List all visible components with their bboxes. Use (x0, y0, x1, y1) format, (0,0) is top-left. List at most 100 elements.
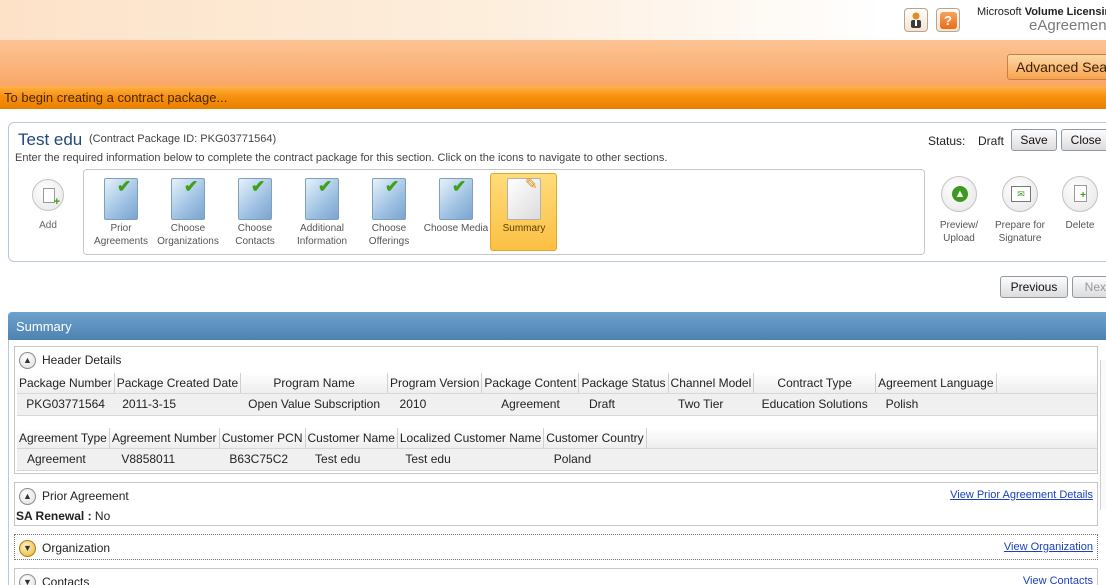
steps-navigator: ✔ Prior Agreements ✔ Choose Organizations … (83, 169, 925, 255)
table-cell: Poland (543, 448, 647, 471)
step-choose-organizations[interactable]: ✔ Choose Organizations (155, 174, 221, 252)
table-cell: Two Tier (668, 393, 754, 416)
top-header: ? Microsoft Volume Licensing eAgreements (0, 0, 1106, 40)
checkmark-icon: ✔ (117, 177, 132, 196)
table-cell: Open Value Subscription (240, 393, 388, 416)
document-icon: ✔ (238, 177, 272, 220)
column-header: Customer PCN (219, 428, 306, 449)
sa-renewal-label: SA Renewal : (16, 509, 92, 523)
table-cell: Draft (578, 393, 669, 416)
brand-microsoft: Microsoft (977, 6, 1022, 18)
package-id: (Contract Package ID: PKG03771564) (89, 133, 277, 145)
column-header: Package Created Date (114, 373, 242, 394)
step-choose-offerings[interactable]: ✔ Choose Offerings (356, 174, 422, 252)
add-label: Add (39, 220, 57, 231)
header-details-table-1: Package Number Package Created Date Prog… (17, 373, 1097, 416)
table-cell: V8858011 (109, 448, 220, 471)
status-label: Status: (928, 134, 966, 148)
column-header: Localized Customer Name (397, 428, 545, 449)
scrollbar[interactable] (1100, 360, 1106, 510)
prepare-signature-button[interactable]: ✉ Prepare for Signature (990, 176, 1050, 245)
column-header: Package Content (481, 373, 580, 394)
header-details-section: ▲ Header Details Package Number Package … (14, 346, 1098, 474)
help-icon[interactable]: ? (936, 8, 960, 32)
table-cell: Test edu (397, 448, 544, 471)
table-cell: Agreement (481, 393, 579, 416)
column-header: Channel Model (668, 373, 755, 394)
section-title: Organization (42, 541, 111, 555)
prior-agreement-section: ▲ Prior Agreement View Prior Agreement D… (14, 482, 1098, 526)
checkmark-icon: ✔ (184, 177, 199, 196)
column-header: Customer Country (543, 428, 647, 449)
save-button[interactable]: Save (1011, 129, 1057, 151)
document-icon: ✔ (372, 177, 406, 220)
document-icon: ✔ (439, 177, 473, 220)
user-badge-icon[interactable] (904, 8, 928, 32)
summary-title: Summary (16, 319, 72, 334)
upload-icon: ▲ (941, 176, 977, 212)
checkmark-icon: ✔ (318, 177, 333, 196)
table-cell: PKG03771564 (17, 393, 115, 416)
table-cell: 2011-3-15 (114, 393, 241, 416)
column-header: Agreement Type (17, 428, 110, 449)
table-cell: B63C75C2 (219, 448, 306, 471)
section-title: Prior Agreement (42, 489, 129, 503)
checkmark-icon: ✔ (251, 177, 266, 196)
advanced-search-button[interactable]: Advanced Search (1007, 54, 1106, 80)
column-header: Program Name (240, 373, 389, 394)
column-header: Agreement Number (109, 428, 220, 449)
brand-logo: Microsoft Volume Licensing eAgreements (977, 6, 1106, 34)
step-summary[interactable]: ✎ Summary (490, 173, 557, 251)
table-cell: 2010 (387, 393, 482, 416)
expand-toggle-icon[interactable]: ▼ (19, 539, 36, 557)
checkmark-icon: ✔ (452, 177, 467, 196)
document-icon: ✎ (507, 176, 541, 220)
sa-renewal-value: No (94, 509, 111, 523)
table-header-row: Package Number Package Created Date Prog… (17, 373, 1097, 394)
add-button[interactable]: Add (31, 179, 65, 231)
organization-section: ▼ Organization View Organization (14, 534, 1098, 560)
section-title: Contacts (42, 575, 90, 585)
next-button[interactable]: Next (1072, 276, 1106, 298)
user-badge-icon-glyph (911, 12, 921, 28)
column-header: Contract Type (753, 373, 877, 394)
table-cell: Education Solutions (753, 393, 876, 416)
table-cell: Agreement (17, 448, 110, 471)
column-header: Customer Name (305, 428, 398, 449)
view-prior-agreement-link[interactable]: View Prior Agreement Details (950, 489, 1093, 501)
table-cell: Polish (875, 393, 996, 416)
column-header: Package Number (17, 373, 115, 394)
table-cell: Test edu (305, 448, 398, 471)
close-button[interactable]: Close (1061, 129, 1106, 151)
view-contacts-link[interactable]: View Contacts (1023, 575, 1093, 585)
document-icon: ✔ (104, 177, 138, 220)
preview-upload-button[interactable]: ▲ Preview/Upload (929, 176, 989, 245)
step-choose-media[interactable]: ✔ Choose Media (423, 174, 489, 252)
column-header: Agreement Language (875, 373, 997, 394)
delete-button[interactable]: + Delete (1050, 176, 1106, 232)
header-details-table-2: Agreement Type Agreement Number Customer… (17, 428, 1097, 471)
step-choose-contacts[interactable]: ✔ Choose Contacts (222, 174, 288, 252)
package-title: Test edu (18, 130, 83, 149)
view-organization-link[interactable]: View Organization (1004, 541, 1093, 553)
expand-toggle-icon[interactable]: ▼ (19, 573, 36, 585)
package-instructions: Enter the required information below to … (15, 152, 668, 164)
collapse-toggle-icon[interactable]: ▲ (19, 351, 36, 369)
table-header-row: Agreement Type Agreement Number Customer… (17, 428, 1097, 449)
document-icon: ✔ (171, 177, 205, 220)
step-additional-information[interactable]: ✔ Additional Information (289, 174, 355, 252)
document-icon: ✔ (305, 177, 339, 220)
checkmark-icon: ✔ (385, 177, 400, 196)
column-header: Package Status (578, 373, 669, 394)
table-row: Agreement V8858011 B63C75C2 Test edu Tes… (17, 448, 1097, 471)
add-document-icon (32, 179, 64, 211)
instruction-banner: To begin creating a contract package... (0, 86, 1106, 110)
status-value: Draft (978, 134, 1005, 148)
previous-button[interactable]: Previous (1000, 276, 1068, 298)
nav-band: Advanced Search (0, 40, 1106, 86)
contacts-section: ▼ Contacts View Contacts (14, 568, 1098, 585)
summary-header: Summary (8, 312, 1106, 340)
collapse-toggle-icon[interactable]: ▲ (19, 487, 36, 505)
step-prior-agreements[interactable]: ✔ Prior Agreements (88, 174, 154, 252)
pencil-icon: ✎ (525, 176, 538, 193)
